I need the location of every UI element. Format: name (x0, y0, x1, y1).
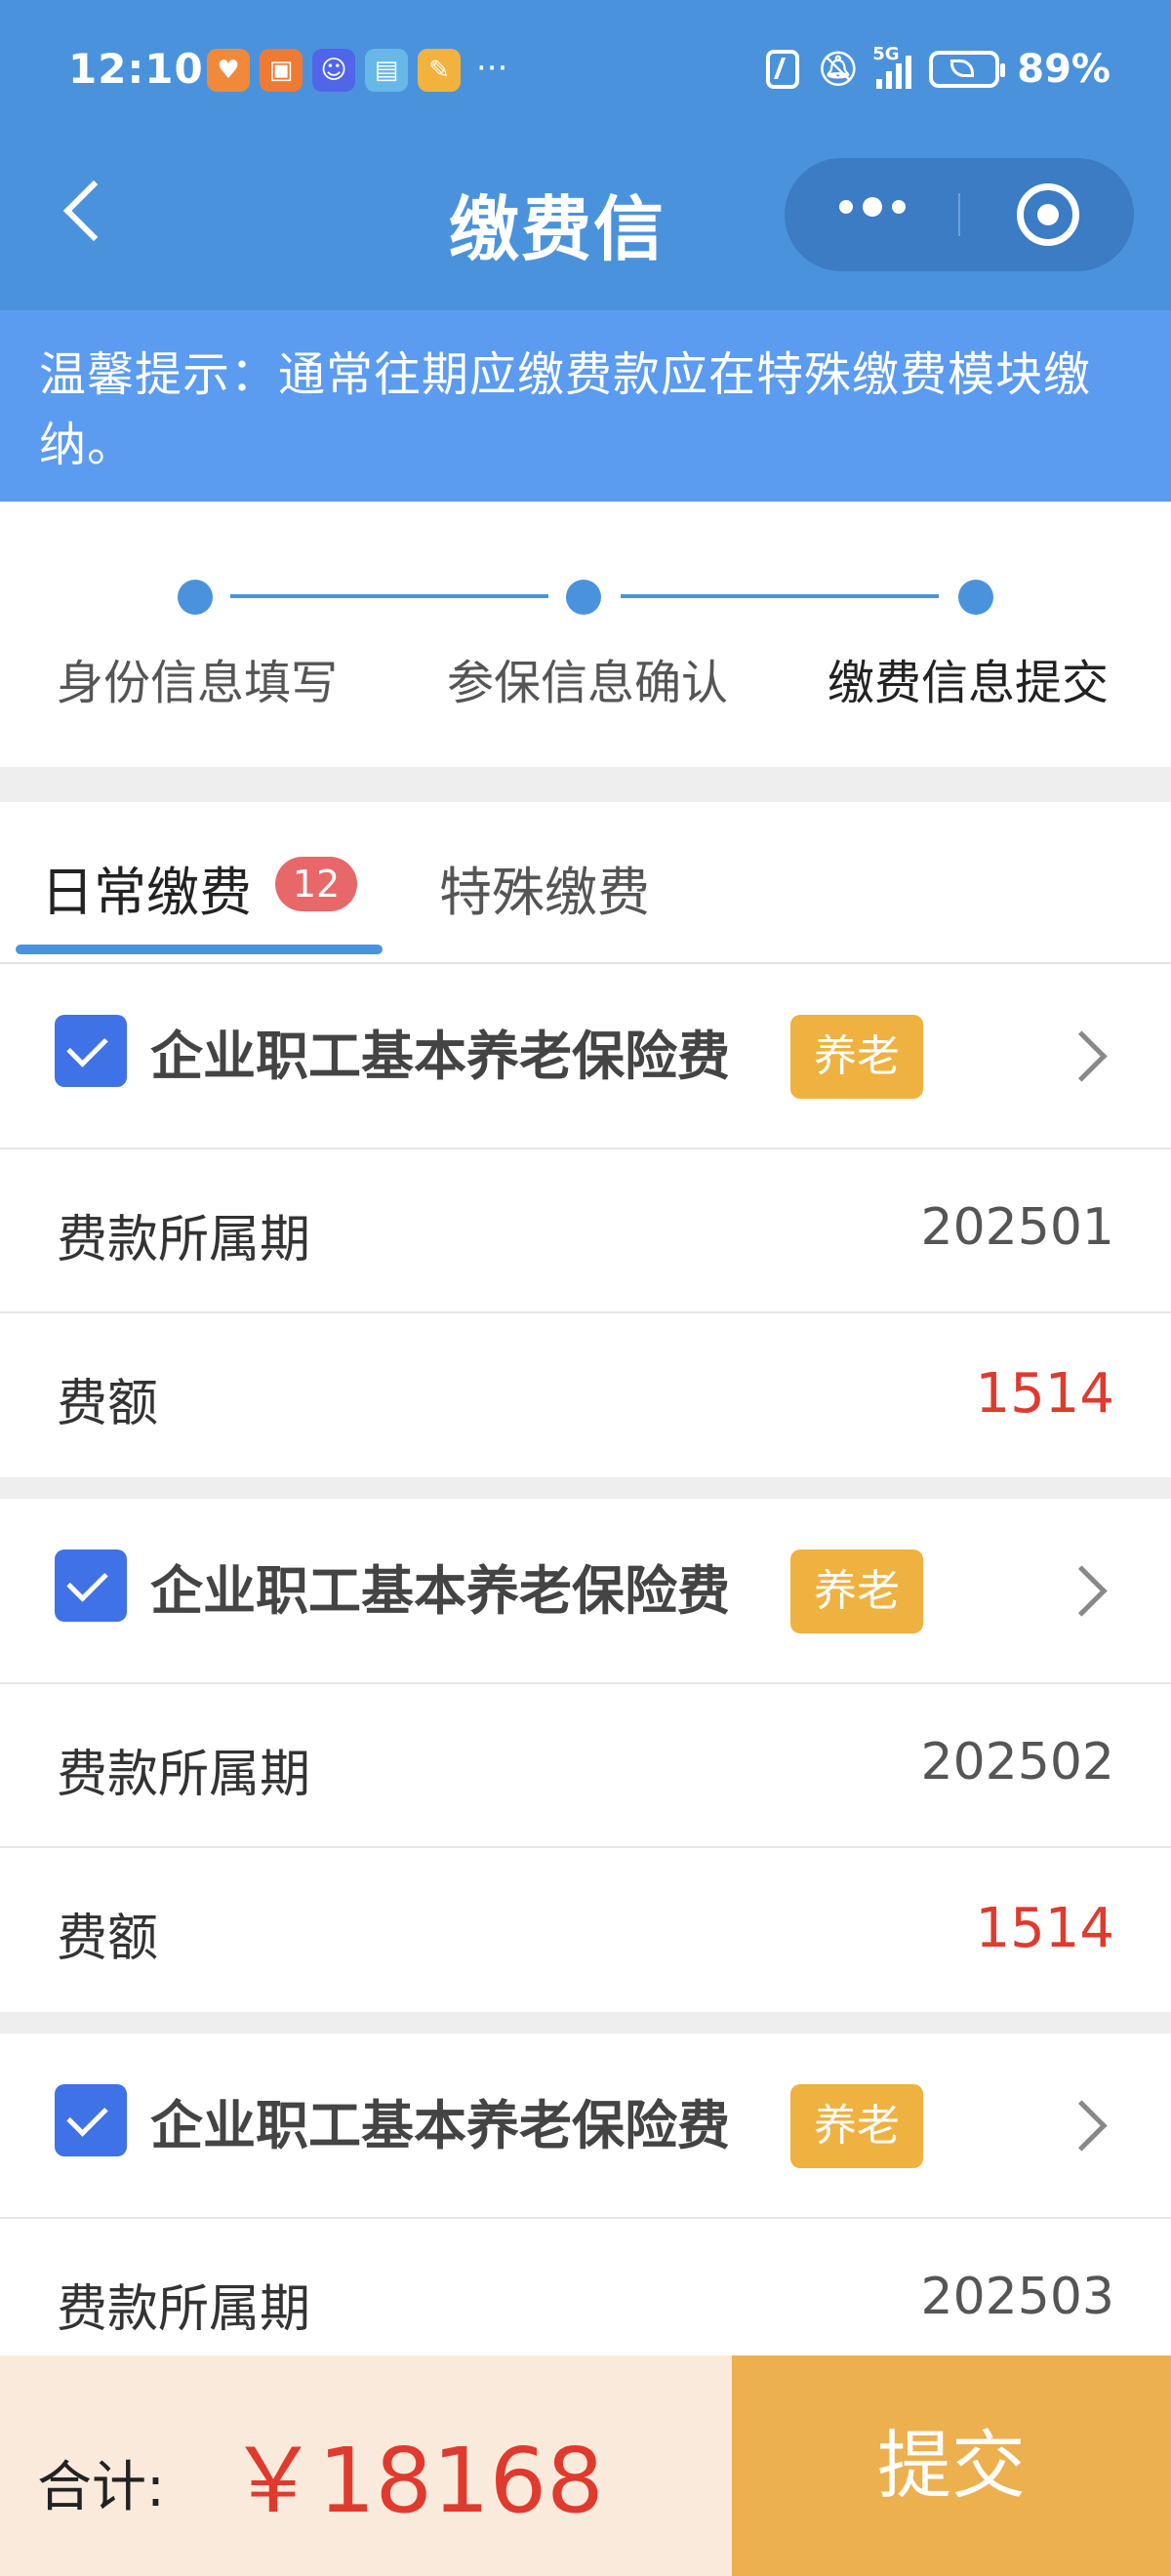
status-bar: 12:10 ♥ ▣ ☺ ▤ ✎ ··· 🔕︎ 5G 89% (0, 39, 1171, 107)
bear-app-icon: ☺ (312, 49, 355, 92)
brush-app-icon: ✎ (418, 49, 461, 92)
step-dot (178, 580, 213, 615)
fee-name: 企业职工基本养老保险费 (150, 1560, 730, 1622)
active-tab-indicator (16, 945, 383, 954)
fee-item-header[interactable]: 企业职工基本养老保险费 养老 (0, 2033, 1171, 2219)
more-notifications-icon: ··· (476, 49, 508, 88)
battery-icon (929, 51, 1006, 88)
step-dot (566, 580, 601, 615)
chevron-right-icon[interactable] (1056, 2100, 1108, 2152)
fee-item-header[interactable]: 企业职工基本养老保险费 养老 (0, 1499, 1171, 1684)
heart-app-icon: ♥ (207, 49, 250, 92)
fee-type-tag: 养老 (790, 1550, 923, 1633)
step-label-insurance: 参保信息确认 (447, 656, 729, 710)
period-value: 202501 (920, 1198, 1114, 1257)
fee-amount-row: 费额 1514 (0, 1313, 1171, 1477)
back-arrow-icon[interactable] (62, 180, 125, 242)
total-label: 合计: (37, 2456, 165, 2519)
mini-program-capsule (785, 158, 1134, 271)
fee-checkbox[interactable] (55, 2084, 127, 2156)
fee-checkbox[interactable] (55, 1015, 127, 1087)
tip-text: 温馨提示：通常往期应缴费款应在特殊缴费模块缴纳。 (39, 347, 1092, 472)
bottom-summary-bar: 合计: ￥18168 提交 (0, 2355, 1171, 2576)
period-value: 202503 (920, 2268, 1114, 2326)
step-connector (621, 594, 939, 598)
amount-value: 1514 (975, 1362, 1114, 1426)
close-target-icon[interactable] (1017, 183, 1079, 246)
period-label: 费款所属期 (57, 1746, 311, 1804)
box-app-icon: ▣ (260, 49, 303, 92)
app-header: 12:10 ♥ ▣ ☺ ▤ ✎ ··· 🔕︎ 5G 89% 缴费信 (0, 0, 1171, 310)
mute-bell-icon: 🔕︎ (817, 50, 860, 89)
chevron-right-icon[interactable] (1056, 1565, 1108, 1617)
fee-item: 企业职工基本养老保险费 养老 费款所属期 202502 费额 1514 (0, 1499, 1171, 2012)
period-label: 费款所属期 (57, 2280, 311, 2339)
amount-value: 1514 (975, 1897, 1114, 1960)
notification-app-icons: ♥ ▣ ☺ ▤ ✎ (207, 49, 461, 92)
signal-icon: 5G (872, 44, 912, 89)
tab-daily-payment[interactable]: 日常缴费 (41, 849, 252, 926)
network-type: 5G (872, 44, 900, 64)
fee-type-tag: 养老 (790, 2084, 923, 2168)
step-connector (230, 594, 548, 598)
battery-percent: 89% (1017, 47, 1110, 92)
nfc-icon (766, 50, 800, 89)
status-time: 12:10 (68, 45, 204, 93)
total-amount: ￥18168 (228, 2429, 604, 2533)
fee-checkbox[interactable] (55, 1550, 127, 1622)
count-badge: 12 (275, 857, 357, 911)
section-divider (0, 767, 1171, 802)
period-label: 费款所属期 (57, 1211, 311, 1269)
step-label-payment: 缴费信息提交 (828, 656, 1110, 710)
capsule-divider (958, 193, 960, 236)
amount-label: 费额 (57, 1375, 159, 1433)
status-indicators: 🔕︎ 5G 89% (766, 44, 1110, 92)
amount-label: 费额 (57, 1910, 159, 1968)
nav-bar: 缴费信 (0, 146, 1171, 283)
chevron-right-icon[interactable] (1056, 1030, 1108, 1082)
page-title: 缴费信 (449, 188, 666, 270)
warm-tip-banner: 温馨提示：通常往期应缴费款应在特殊缴费模块缴纳。 (0, 310, 1171, 502)
fee-item: 企业职工基本养老保险费 养老 费款所属期 202501 费额 1514 (0, 964, 1171, 1477)
fee-list: 企业职工基本养老保险费 养老 费款所属期 202501 费额 1514 企业职工… (0, 964, 1171, 2547)
progress-steps: 身份信息填写 参保信息确认 缴费信息提交 (0, 502, 1171, 767)
fee-period-row: 费款所属期 202501 (0, 1149, 1171, 1313)
fee-amount-row: 费额 1514 (0, 1848, 1171, 2012)
group-separator (0, 1477, 1171, 1499)
period-value: 202502 (920, 1733, 1114, 1791)
fee-name: 企业职工基本养老保险费 (150, 2095, 730, 2156)
more-options-icon[interactable] (839, 197, 906, 217)
fee-item-header[interactable]: 企业职工基本养老保险费 养老 (0, 964, 1171, 1149)
group-separator (0, 2012, 1171, 2033)
fee-type-tag: 养老 (790, 1015, 923, 1099)
step-dot (958, 580, 993, 615)
book-app-icon: ▤ (365, 49, 408, 92)
fee-period-row: 费款所属期 202502 (0, 1684, 1171, 1848)
fee-name: 企业职工基本养老保险费 (150, 1026, 730, 1087)
step-label-identity: 身份信息填写 (57, 656, 339, 710)
payment-tabs: 日常缴费 12 特殊缴费 (0, 802, 1171, 964)
tab-special-payment[interactable]: 特殊缴费 (439, 849, 650, 926)
submit-button[interactable]: 提交 (732, 2355, 1171, 2576)
